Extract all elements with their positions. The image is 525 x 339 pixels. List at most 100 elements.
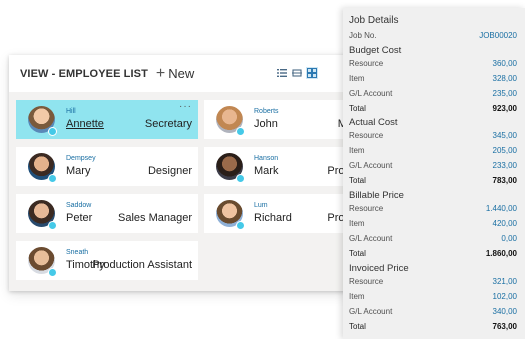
job-no-row: Job No. JOB00020 <box>349 31 517 40</box>
row-label: Item <box>349 146 365 155</box>
row-label: Total <box>349 104 366 113</box>
status-dot <box>48 174 57 183</box>
row-label: G/L Account <box>349 89 393 98</box>
employee-card[interactable]: Sneath Timothy Production Assistant <box>16 241 198 280</box>
row-value[interactable]: 233,00 <box>493 161 517 170</box>
job-row-total: Total 1.860,00 <box>349 249 517 258</box>
row-label: Resource <box>349 59 384 68</box>
row-label: Total <box>349 249 366 258</box>
row-value: 1.860,00 <box>485 249 517 258</box>
job-no-label: Job No. <box>349 31 377 40</box>
employee-cards: Hill Annette Secretary ··· Roberts John … <box>9 92 352 291</box>
status-dot <box>48 268 57 277</box>
employee-surname: Hanson <box>254 155 279 162</box>
new-button-label: New <box>168 66 195 81</box>
list-title: VIEW - EMPLOYEE LIST <box>20 67 148 80</box>
job-row: G/L Account 340,00 <box>349 307 517 316</box>
employee-job-title: Sales Manager <box>118 212 192 224</box>
job-row-total: Total 923,00 <box>349 104 517 113</box>
job-no-value[interactable]: JOB00020 <box>479 31 517 40</box>
job-row: Resource 345,00 <box>349 131 517 140</box>
status-dot <box>236 174 245 183</box>
more-options-icon[interactable]: ··· <box>179 101 192 112</box>
section-budget-cost: Budget Cost <box>349 45 402 56</box>
job-row-total: Total 783,00 <box>349 176 517 185</box>
job-row-total: Total 763,00 <box>349 322 517 331</box>
employee-card[interactable]: Hill Annette Secretary ··· <box>16 100 198 139</box>
job-row: G/L Account 0,00 <box>349 234 517 243</box>
row-label: Resource <box>349 131 384 140</box>
job-row: Item 328,00 <box>349 74 517 83</box>
employee-job-title: Secretary <box>144 118 192 130</box>
status-dot <box>236 127 245 136</box>
tall-tiles-view-icon[interactable] <box>291 67 303 79</box>
status-dot <box>48 127 57 136</box>
job-row: Resource 321,00 <box>349 277 517 286</box>
status-dot <box>236 221 245 230</box>
section-actual-cost: Actual Cost <box>349 117 398 128</box>
row-value[interactable]: 205,00 <box>493 146 517 155</box>
employee-surname: Hill <box>66 108 76 115</box>
row-value[interactable]: 328,00 <box>493 74 517 83</box>
list-view-icon[interactable] <box>276 67 288 79</box>
job-row: Item 205,00 <box>349 146 517 155</box>
row-label: Item <box>349 292 365 301</box>
row-value: 783,00 <box>492 176 517 185</box>
employee-surname: Roberts <box>254 108 279 115</box>
employee-card[interactable]: Roberts John Managin <box>204 100 352 139</box>
row-label: Item <box>349 74 365 83</box>
row-label: G/L Account <box>349 234 393 243</box>
tiles-view-icon[interactable] <box>306 67 318 79</box>
employee-job-title: Production Assistant <box>92 259 192 271</box>
employee-surname: Dempsey <box>66 155 96 162</box>
row-label: Item <box>349 219 365 228</box>
row-value[interactable]: 235,00 <box>493 89 517 98</box>
job-details-title: Job Details <box>349 15 399 26</box>
employee-surname: Lum <box>254 202 268 209</box>
employee-first-name: John <box>254 118 278 130</box>
list-header: VIEW - EMPLOYEE LIST + New <box>9 55 352 92</box>
employee-card[interactable]: Lum Richard Production <box>204 194 352 233</box>
employee-card[interactable]: Hanson Mark Production <box>204 147 352 186</box>
job-row: Resource 360,00 <box>349 59 517 68</box>
row-value: 923,00 <box>492 104 517 113</box>
new-button[interactable]: + New <box>156 65 194 83</box>
row-value[interactable]: 360,00 <box>493 59 517 68</box>
employee-first-name: Mark <box>254 165 279 177</box>
view-switcher <box>276 67 318 79</box>
row-value[interactable]: 0,00 <box>501 234 517 243</box>
plus-icon: + <box>155 64 166 82</box>
employee-job-title: Designer <box>147 165 192 177</box>
row-label: G/L Account <box>349 307 393 316</box>
job-row: Resource 1.440,00 <box>349 204 517 213</box>
employee-card[interactable]: Dempsey Mary Designer <box>16 147 198 186</box>
row-label: G/L Account <box>349 161 393 170</box>
job-row: G/L Account 235,00 <box>349 89 517 98</box>
job-details-panel: Job Details Job No. JOB00020 Budget Cost… <box>343 8 525 339</box>
row-label: Total <box>349 176 366 185</box>
job-row: Item 102,00 <box>349 292 517 301</box>
row-value[interactable]: 102,00 <box>493 292 517 301</box>
employee-name-link[interactable]: Annette <box>66 118 104 130</box>
employee-list-panel: VIEW - EMPLOYEE LIST + New Hill Annette … <box>9 55 352 291</box>
section-invoiced-price: Invoiced Price <box>349 263 409 274</box>
row-value[interactable]: 321,00 <box>493 277 517 286</box>
employee-surname: Saddow <box>66 202 92 209</box>
section-billable-price: Billable Price <box>349 190 404 201</box>
row-value[interactable]: 420,00 <box>493 219 517 228</box>
row-label: Total <box>349 322 366 331</box>
employee-first-name: Peter <box>66 212 93 224</box>
employee-first-name: Mary <box>66 165 91 177</box>
row-value[interactable]: 1.440,00 <box>486 204 517 213</box>
job-row: Item 420,00 <box>349 219 517 228</box>
row-label: Resource <box>349 277 384 286</box>
row-value: 763,00 <box>492 322 517 331</box>
row-value[interactable]: 345,00 <box>493 131 517 140</box>
row-label: Resource <box>349 204 384 213</box>
row-value[interactable]: 340,00 <box>493 307 517 316</box>
employee-first-name: Richard <box>254 212 292 224</box>
status-dot <box>48 221 57 230</box>
job-row: G/L Account 233,00 <box>349 161 517 170</box>
employee-card[interactable]: Saddow Peter Sales Manager <box>16 194 198 233</box>
employee-surname: Sneath <box>66 249 89 256</box>
